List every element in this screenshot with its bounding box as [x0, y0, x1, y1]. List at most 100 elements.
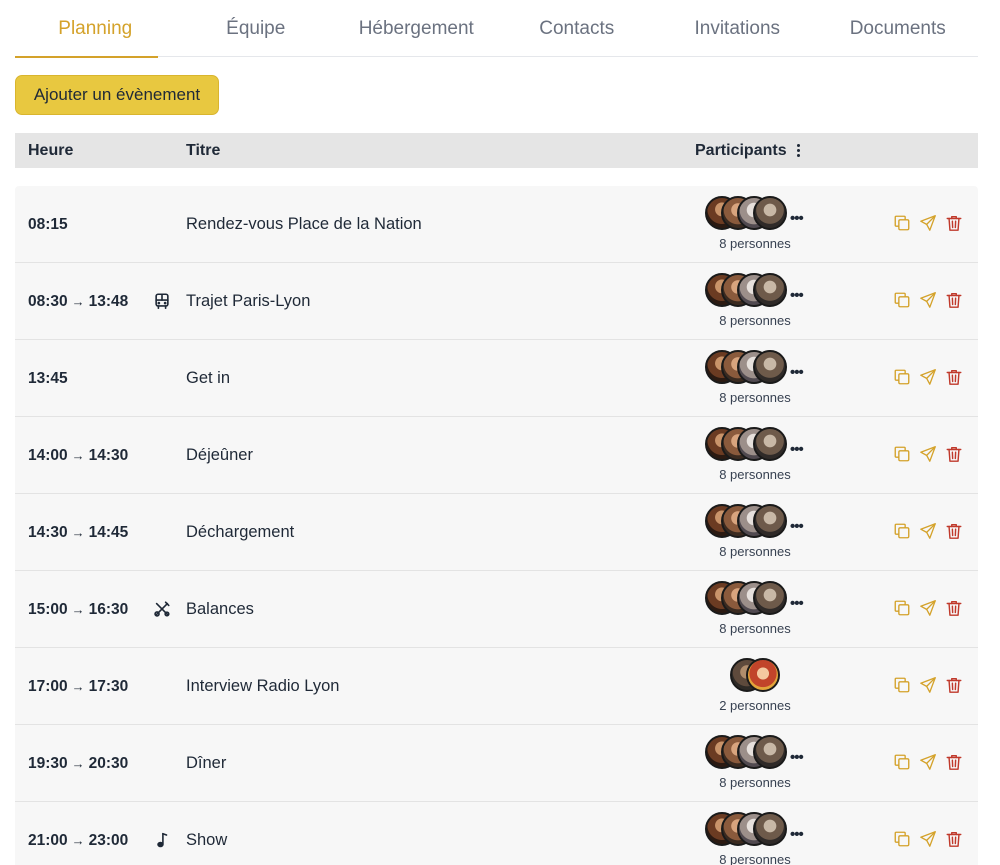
- event-row[interactable]: 08:15 Rendez-vous Place de la Nation ••• 8 …: [15, 186, 978, 263]
- event-title[interactable]: Rendez-vous Place de la Nation: [186, 186, 422, 263]
- event-title[interactable]: Déjeûner: [186, 417, 253, 494]
- event-title[interactable]: Show: [186, 802, 227, 865]
- event-row[interactable]: 14:00 → 14:30 Déjeûner ••• 8 personnes: [15, 417, 978, 494]
- send-icon[interactable]: [919, 290, 937, 310]
- send-icon[interactable]: [919, 367, 937, 387]
- participants[interactable]: ••• 8 personnes: [680, 504, 830, 564]
- tab-documents[interactable]: Documents: [818, 0, 979, 57]
- trash-icon[interactable]: [945, 290, 963, 310]
- tab-invitations[interactable]: Invitations: [657, 0, 818, 57]
- event-start-time: 14:30: [28, 523, 68, 541]
- event-time: 17:00 → 17:30: [28, 648, 128, 725]
- row-actions: [893, 521, 963, 541]
- duplicate-icon[interactable]: [893, 752, 911, 772]
- column-menu-icon[interactable]: [795, 142, 802, 159]
- event-row[interactable]: 19:30 → 20:30 Dîner ••• 8 personnes: [15, 725, 978, 802]
- duplicate-icon[interactable]: [893, 829, 911, 849]
- trash-icon[interactable]: [945, 213, 963, 233]
- participants[interactable]: ••• 8 personnes: [680, 273, 830, 333]
- event-end-time: 13:48: [88, 292, 129, 310]
- arrow-right-icon: →: [71, 756, 85, 771]
- send-icon[interactable]: [919, 752, 937, 772]
- more-participants-icon[interactable]: •••: [790, 441, 804, 458]
- avatar-stack: •••: [705, 581, 805, 617]
- trash-icon[interactable]: [945, 444, 963, 464]
- avatar: [753, 581, 787, 615]
- avatar: [753, 427, 787, 461]
- event-row[interactable]: 15:00 → 16:30 Balances ••• 8 personnes: [15, 571, 978, 648]
- tab-equipe[interactable]: Équipe: [176, 0, 337, 57]
- more-participants-icon[interactable]: •••: [790, 287, 804, 304]
- participants[interactable]: ••• 8 personnes: [680, 427, 830, 487]
- send-icon[interactable]: [919, 675, 937, 695]
- event-row[interactable]: 17:00 → 17:30 Interview Radio Lyon 2 personn…: [15, 648, 978, 725]
- send-icon[interactable]: [919, 213, 937, 233]
- event-start-time: 15:00: [28, 600, 68, 618]
- event-title[interactable]: Trajet Paris-Lyon: [186, 263, 310, 340]
- avatar: [753, 735, 787, 769]
- tab-hebergement[interactable]: Hébergement: [336, 0, 497, 57]
- participants[interactable]: ••• 8 personnes: [680, 812, 830, 865]
- participant-count: 8 personnes: [719, 236, 791, 251]
- avatar-stack: •••: [705, 735, 805, 771]
- row-actions: [893, 367, 963, 387]
- duplicate-icon[interactable]: [893, 290, 911, 310]
- avatar: [753, 812, 787, 846]
- participant-count: 8 personnes: [719, 544, 791, 559]
- event-time: 21:00 → 23:00: [28, 802, 128, 865]
- more-participants-icon[interactable]: •••: [790, 826, 804, 843]
- send-icon[interactable]: [919, 598, 937, 618]
- trash-icon[interactable]: [945, 598, 963, 618]
- more-participants-icon[interactable]: •••: [790, 749, 804, 766]
- duplicate-icon[interactable]: [893, 675, 911, 695]
- arrow-right-icon: →: [71, 525, 85, 540]
- more-participants-icon[interactable]: •••: [790, 210, 804, 227]
- duplicate-icon[interactable]: [893, 367, 911, 387]
- send-icon[interactable]: [919, 521, 937, 541]
- more-participants-icon[interactable]: •••: [790, 518, 804, 535]
- trash-icon[interactable]: [945, 521, 963, 541]
- event-row[interactable]: 13:45 Get in ••• 8 personnes: [15, 340, 978, 417]
- event-time: 14:00 → 14:30: [28, 417, 128, 494]
- tab-planning[interactable]: Planning: [15, 0, 176, 58]
- event-row[interactable]: 08:30 → 13:48 Trajet Paris-Lyon ••• 8 personn…: [15, 263, 978, 340]
- event-title[interactable]: Interview Radio Lyon: [186, 648, 339, 725]
- duplicate-icon[interactable]: [893, 521, 911, 541]
- trash-icon[interactable]: [945, 829, 963, 849]
- arrow-right-icon: →: [71, 448, 85, 463]
- arrow-right-icon: →: [71, 833, 85, 848]
- trash-icon[interactable]: [945, 675, 963, 695]
- event-title[interactable]: Get in: [186, 340, 230, 417]
- event-row[interactable]: 21:00 → 23:00 Show ••• 8 personnes: [15, 802, 978, 865]
- participant-count: 8 personnes: [719, 313, 791, 328]
- participants[interactable]: ••• 8 personnes: [680, 581, 830, 641]
- event-row[interactable]: 14:30 → 14:45 Déchargement ••• 8 personnes: [15, 494, 978, 571]
- more-participants-icon[interactable]: •••: [790, 595, 804, 612]
- send-icon[interactable]: [919, 829, 937, 849]
- arrow-right-icon: →: [71, 602, 85, 617]
- duplicate-icon[interactable]: [893, 444, 911, 464]
- tab-contacts[interactable]: Contacts: [497, 0, 658, 57]
- add-event-button[interactable]: Ajouter un évènement: [15, 75, 219, 115]
- duplicate-icon[interactable]: [893, 213, 911, 233]
- participants[interactable]: ••• 8 personnes: [680, 735, 830, 795]
- participants[interactable]: ••• 8 personnes: [680, 350, 830, 410]
- trash-icon[interactable]: [945, 367, 963, 387]
- avatar-stack: •••: [705, 504, 805, 540]
- event-title[interactable]: Déchargement: [186, 494, 294, 571]
- participant-count: 8 personnes: [719, 775, 791, 790]
- event-end-time: 14:45: [88, 523, 129, 541]
- event-title[interactable]: Dîner: [186, 725, 226, 802]
- participants[interactable]: ••• 8 personnes: [680, 196, 830, 256]
- avatar-stack: •••: [705, 350, 805, 386]
- avatar-stack: [730, 658, 780, 694]
- duplicate-icon[interactable]: [893, 598, 911, 618]
- send-icon[interactable]: [919, 444, 937, 464]
- more-participants-icon[interactable]: •••: [790, 364, 804, 381]
- trash-icon[interactable]: [945, 752, 963, 772]
- participants[interactable]: 2 personnes: [680, 658, 830, 718]
- event-end-time: 20:30: [88, 754, 129, 772]
- row-actions: [893, 829, 963, 849]
- participants-header-label: Participants: [695, 141, 787, 159]
- event-title[interactable]: Balances: [186, 571, 254, 648]
